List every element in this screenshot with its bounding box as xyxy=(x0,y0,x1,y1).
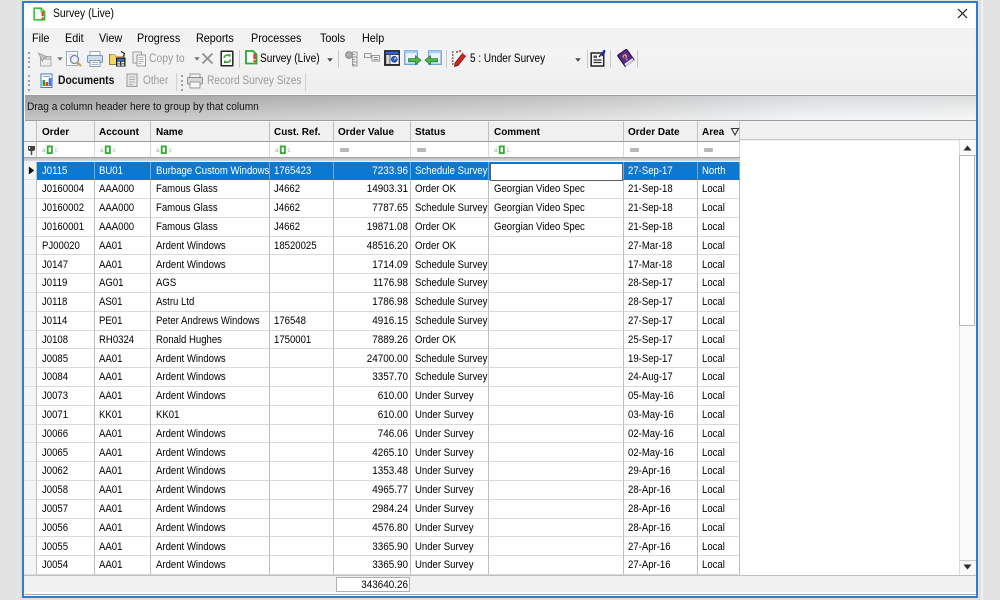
svg-text:a: a xyxy=(156,147,160,154)
svg-text:a: a xyxy=(100,147,104,154)
svg-text:c: c xyxy=(55,147,59,154)
svg-text:c: c xyxy=(287,147,291,154)
svg-text:c: c xyxy=(112,147,116,154)
svg-text:a: a xyxy=(275,147,279,154)
svg-text:a: a xyxy=(42,147,46,154)
svg-text:c: c xyxy=(507,147,511,154)
svg-text:c: c xyxy=(169,147,173,154)
svg-text:a: a xyxy=(494,147,498,154)
